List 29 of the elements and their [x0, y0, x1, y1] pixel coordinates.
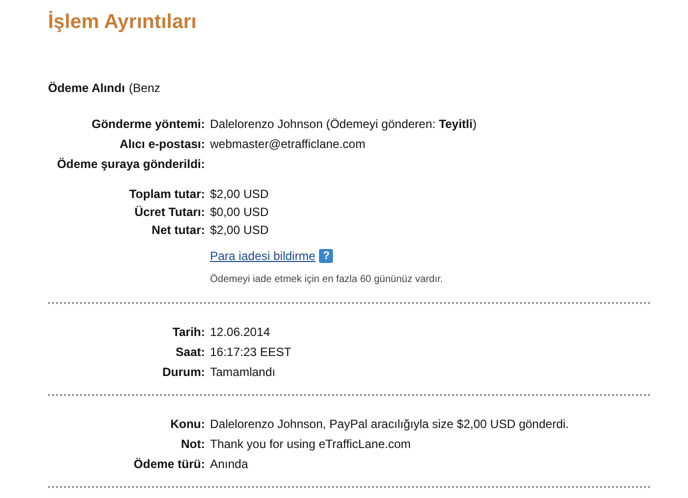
field-label: Alıcı e-postası: [118, 136, 205, 152]
payment-detail: (Benz [128, 80, 160, 96]
field-label: Tarih: [172, 324, 205, 340]
field-value: Thank you for using eTrafficLane.com [210, 436, 411, 452]
field-label: Gönderme yöntemi: [90, 116, 205, 132]
field-label: Konu: [169, 416, 205, 432]
page-title: İşlem Ayrıntıları [48, 10, 198, 35]
field-label: Saat: [174, 344, 205, 360]
field-label: Not: [180, 436, 205, 452]
field-label: Net tutar: [150, 222, 205, 238]
field-value: $0,00 USD [210, 204, 269, 220]
field-value: Anında [210, 456, 248, 472]
field-label: Ödeme türü: [132, 456, 205, 472]
field-label: Ücret Tutarı: [134, 204, 205, 220]
field-value: $2,00 USD [210, 186, 269, 202]
field-value: Tamamlandı [210, 364, 276, 380]
refund-link[interactable]: Para iadesi bildirme [210, 248, 316, 264]
field-label: Durum: [161, 364, 205, 380]
field-value: Dalelorenzo Johnson (Ödemeyi gönderen: Teyitli) [210, 116, 477, 132]
refund-note: Ödemeyi iade etmek için en fazla 60 gününüz vardır. [210, 272, 443, 287]
payment-status: Ödeme Alındı [48, 80, 125, 96]
field-value: Dalelorenzo Johnson, PayPal aracılığıyla size $2,00 USD gönderdi. [210, 416, 569, 432]
field-value: $2,00 USD [210, 222, 269, 238]
help-icon[interactable]: ? [319, 249, 334, 263]
field-value: webmaster@etrafficlane.com [210, 136, 366, 152]
field-label: Ödeme şuraya gönderildi: [56, 156, 205, 172]
field-value: 12.06.2014 [210, 324, 270, 340]
field-value: 16:17:23 EEST [210, 344, 292, 360]
field-label: Toplam tutar: [128, 186, 205, 202]
